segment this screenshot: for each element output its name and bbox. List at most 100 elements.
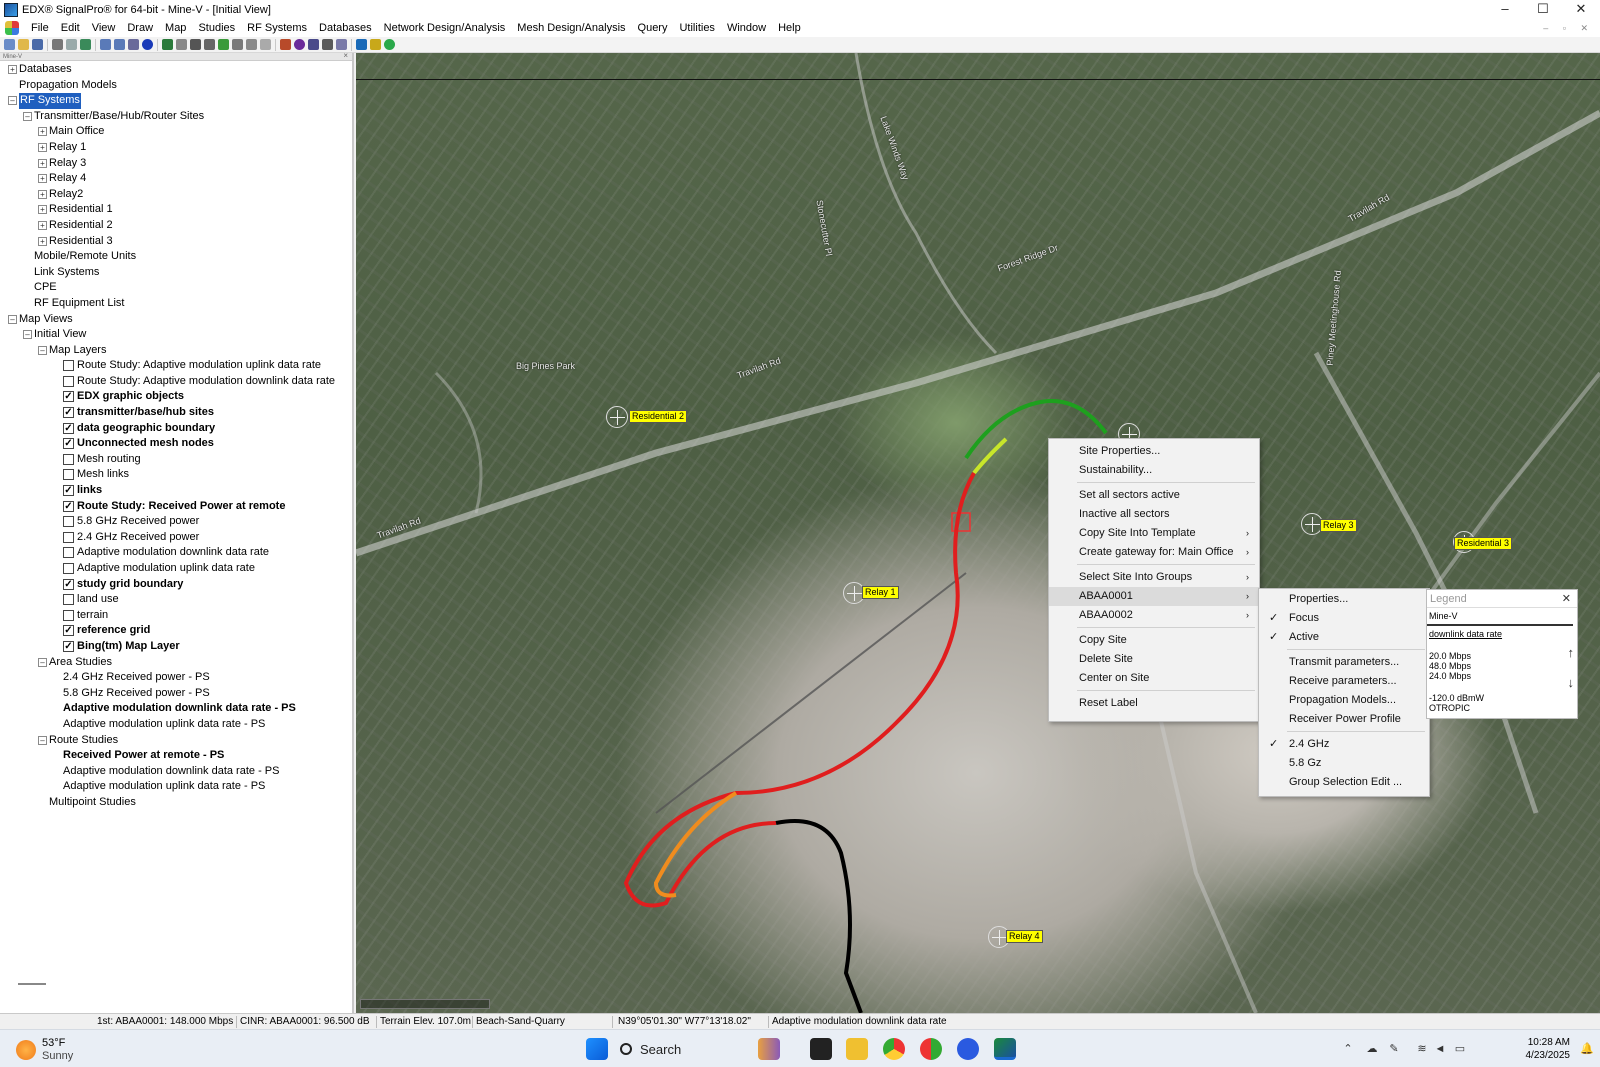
open-icon[interactable] bbox=[18, 39, 29, 50]
save-icon[interactable] bbox=[32, 39, 43, 50]
tree-item[interactable]: – Map Views bbox=[0, 312, 352, 328]
expand-icon[interactable]: + bbox=[38, 158, 47, 168]
signalpro-icon[interactable] bbox=[994, 1038, 1016, 1060]
layer-checkbox[interactable]: ✓ bbox=[63, 407, 74, 419]
tree-item[interactable]: Adaptive modulation downlink data rate bbox=[0, 545, 352, 561]
new-icon[interactable] bbox=[4, 39, 15, 50]
minimize-button[interactable]: – bbox=[1486, 0, 1524, 19]
site-marker-residential-2[interactable] bbox=[606, 406, 628, 428]
tree-item[interactable]: – Initial View bbox=[0, 327, 352, 343]
context-menu-item[interactable]: Center on Site bbox=[1049, 669, 1259, 688]
print-icon[interactable] bbox=[52, 39, 63, 50]
submenu-item[interactable]: Propagation Models... bbox=[1259, 691, 1429, 710]
layer-checkbox[interactable]: ✓ bbox=[63, 422, 74, 434]
site-tool-icon[interactable] bbox=[190, 39, 201, 50]
submenu-item[interactable]: Receiver Power Profile bbox=[1259, 710, 1429, 729]
tree-item[interactable]: + Residential 1 bbox=[0, 202, 352, 218]
tree-item[interactable]: 2.4 GHz Received power bbox=[0, 530, 352, 546]
context-menu-item[interactable]: Delete Site bbox=[1049, 650, 1259, 669]
close-button[interactable]: ✕ bbox=[1562, 0, 1600, 19]
layer-checkbox[interactable] bbox=[63, 360, 74, 372]
legend-close-icon[interactable]: ✕ bbox=[1562, 590, 1571, 608]
chart-icon[interactable] bbox=[322, 39, 333, 50]
layer-checkbox[interactable] bbox=[63, 563, 74, 574]
context-menu-item[interactable]: Copy Site bbox=[1049, 631, 1259, 650]
battery-icon[interactable]: ▭ bbox=[1454, 1043, 1466, 1055]
scroll-down-icon[interactable]: ↓ bbox=[1568, 668, 1575, 698]
tree-item[interactable]: Adaptive modulation uplink data rate bbox=[0, 561, 352, 577]
tree-item[interactable]: ✓ transmitter/base/hub sites bbox=[0, 405, 352, 421]
tree-item[interactable]: Received Power at remote - PS bbox=[0, 748, 352, 764]
menu-edit[interactable]: Edit bbox=[55, 19, 86, 37]
tree-item[interactable]: 5.8 GHz Received power - PS bbox=[0, 686, 352, 702]
mdi-controls[interactable]: – ▫ ✕ bbox=[1543, 19, 1594, 37]
pen-icon[interactable]: ✎ bbox=[1388, 1043, 1400, 1055]
tree-item[interactable]: Adaptive modulation downlink data rate -… bbox=[0, 701, 352, 717]
link-tool-icon[interactable] bbox=[204, 39, 215, 50]
tree-item[interactable]: ✓ reference grid bbox=[0, 623, 352, 639]
site-label-relay-1[interactable]: Relay 1 bbox=[862, 586, 899, 599]
tree-item[interactable]: Link Systems bbox=[0, 265, 352, 281]
context-menu-item[interactable]: Create gateway for: Main Office › bbox=[1049, 543, 1259, 562]
meeting-app-icon[interactable] bbox=[957, 1038, 979, 1060]
volume-icon[interactable]: ◄ bbox=[1434, 1043, 1446, 1055]
menu-map[interactable]: Map bbox=[159, 19, 192, 37]
terminal-icon[interactable] bbox=[810, 1038, 832, 1060]
tree-item[interactable]: Mesh links bbox=[0, 467, 352, 483]
expand-icon[interactable]: + bbox=[38, 205, 47, 215]
layer-checkbox[interactable]: ✓ bbox=[63, 625, 74, 637]
layer-checkbox[interactable] bbox=[63, 609, 74, 621]
tree-item[interactable]: Adaptive modulation uplink data rate - P… bbox=[0, 779, 352, 795]
tree-item[interactable]: RF Equipment List bbox=[0, 296, 352, 312]
context-menu-item[interactable]: Sustainability... bbox=[1049, 461, 1259, 480]
zoom-out-icon[interactable] bbox=[114, 39, 125, 50]
menu-utilities[interactable]: Utilities bbox=[673, 19, 720, 37]
submenu-item[interactable]: Receive parameters... bbox=[1259, 672, 1429, 691]
layer-checkbox[interactable]: ✓ bbox=[63, 500, 74, 512]
tree-item[interactable]: – RF Systems bbox=[0, 93, 352, 109]
menu-view[interactable]: View bbox=[86, 19, 122, 37]
layer-checkbox[interactable]: ✓ bbox=[63, 438, 74, 450]
mesh-icon[interactable] bbox=[246, 39, 257, 50]
menu-draw[interactable]: Draw bbox=[121, 19, 159, 37]
profile-icon[interactable] bbox=[336, 39, 347, 50]
refresh-icon[interactable] bbox=[384, 39, 395, 50]
tree-item[interactable]: Multipoint Studies bbox=[0, 795, 352, 811]
clock[interactable]: 10:28 AM 4/23/2025 bbox=[1526, 1036, 1571, 1062]
menu-databases[interactable]: Databases bbox=[313, 19, 378, 37]
tree-item[interactable]: Route Study: Adaptive modulation downlin… bbox=[0, 374, 352, 390]
notification-bell-icon[interactable]: 🔔 bbox=[1580, 1043, 1594, 1055]
chrome-icon[interactable] bbox=[883, 1038, 905, 1060]
zoom-box-icon[interactable] bbox=[128, 39, 139, 50]
expand-icon[interactable]: + bbox=[38, 236, 47, 246]
tree-item[interactable]: ✓ links bbox=[0, 483, 352, 499]
collapse-icon[interactable]: – bbox=[38, 735, 47, 745]
collapse-icon[interactable]: – bbox=[8, 96, 17, 106]
graph-icon[interactable] bbox=[370, 39, 381, 50]
tree-item[interactable]: land use bbox=[0, 592, 352, 608]
layer-checkbox[interactable] bbox=[63, 469, 74, 481]
tree-item[interactable]: + Relay 3 bbox=[0, 156, 352, 172]
collapse-icon[interactable]: – bbox=[23, 111, 32, 121]
expand-icon[interactable]: + bbox=[38, 220, 47, 230]
tree-item[interactable]: – Route Studies bbox=[0, 733, 352, 749]
tree-item[interactable]: + Residential 2 bbox=[0, 218, 352, 234]
tree-item[interactable]: 2.4 GHz Received power - PS bbox=[0, 670, 352, 686]
submenu-item[interactable]: ✓ Active bbox=[1259, 628, 1429, 647]
submenu-item[interactable]: Group Selection Edit ... bbox=[1259, 773, 1429, 792]
maximize-button[interactable]: ☐ bbox=[1524, 0, 1562, 19]
taskbar-search[interactable]: Search bbox=[620, 1037, 740, 1061]
network-drive-icon[interactable]: ☁ bbox=[1366, 1043, 1378, 1055]
widgets-icon[interactable] bbox=[758, 1038, 780, 1060]
tree-item[interactable]: ✓ data geographic boundary bbox=[0, 421, 352, 437]
grid-icon[interactable] bbox=[162, 39, 173, 50]
layer-checkbox[interactable]: ✓ bbox=[63, 485, 74, 497]
layer-checkbox[interactable] bbox=[63, 531, 74, 543]
tree-item[interactable]: Mobile/Remote Units bbox=[0, 249, 352, 265]
tree-item[interactable]: + Databases bbox=[0, 62, 352, 78]
collapse-icon[interactable]: – bbox=[38, 657, 47, 667]
expand-icon[interactable]: + bbox=[38, 174, 47, 184]
chrome-profile-icon[interactable] bbox=[920, 1038, 942, 1060]
tree-item[interactable]: ✓ Bing(tm) Map Layer bbox=[0, 639, 352, 655]
route-icon[interactable] bbox=[232, 39, 243, 50]
